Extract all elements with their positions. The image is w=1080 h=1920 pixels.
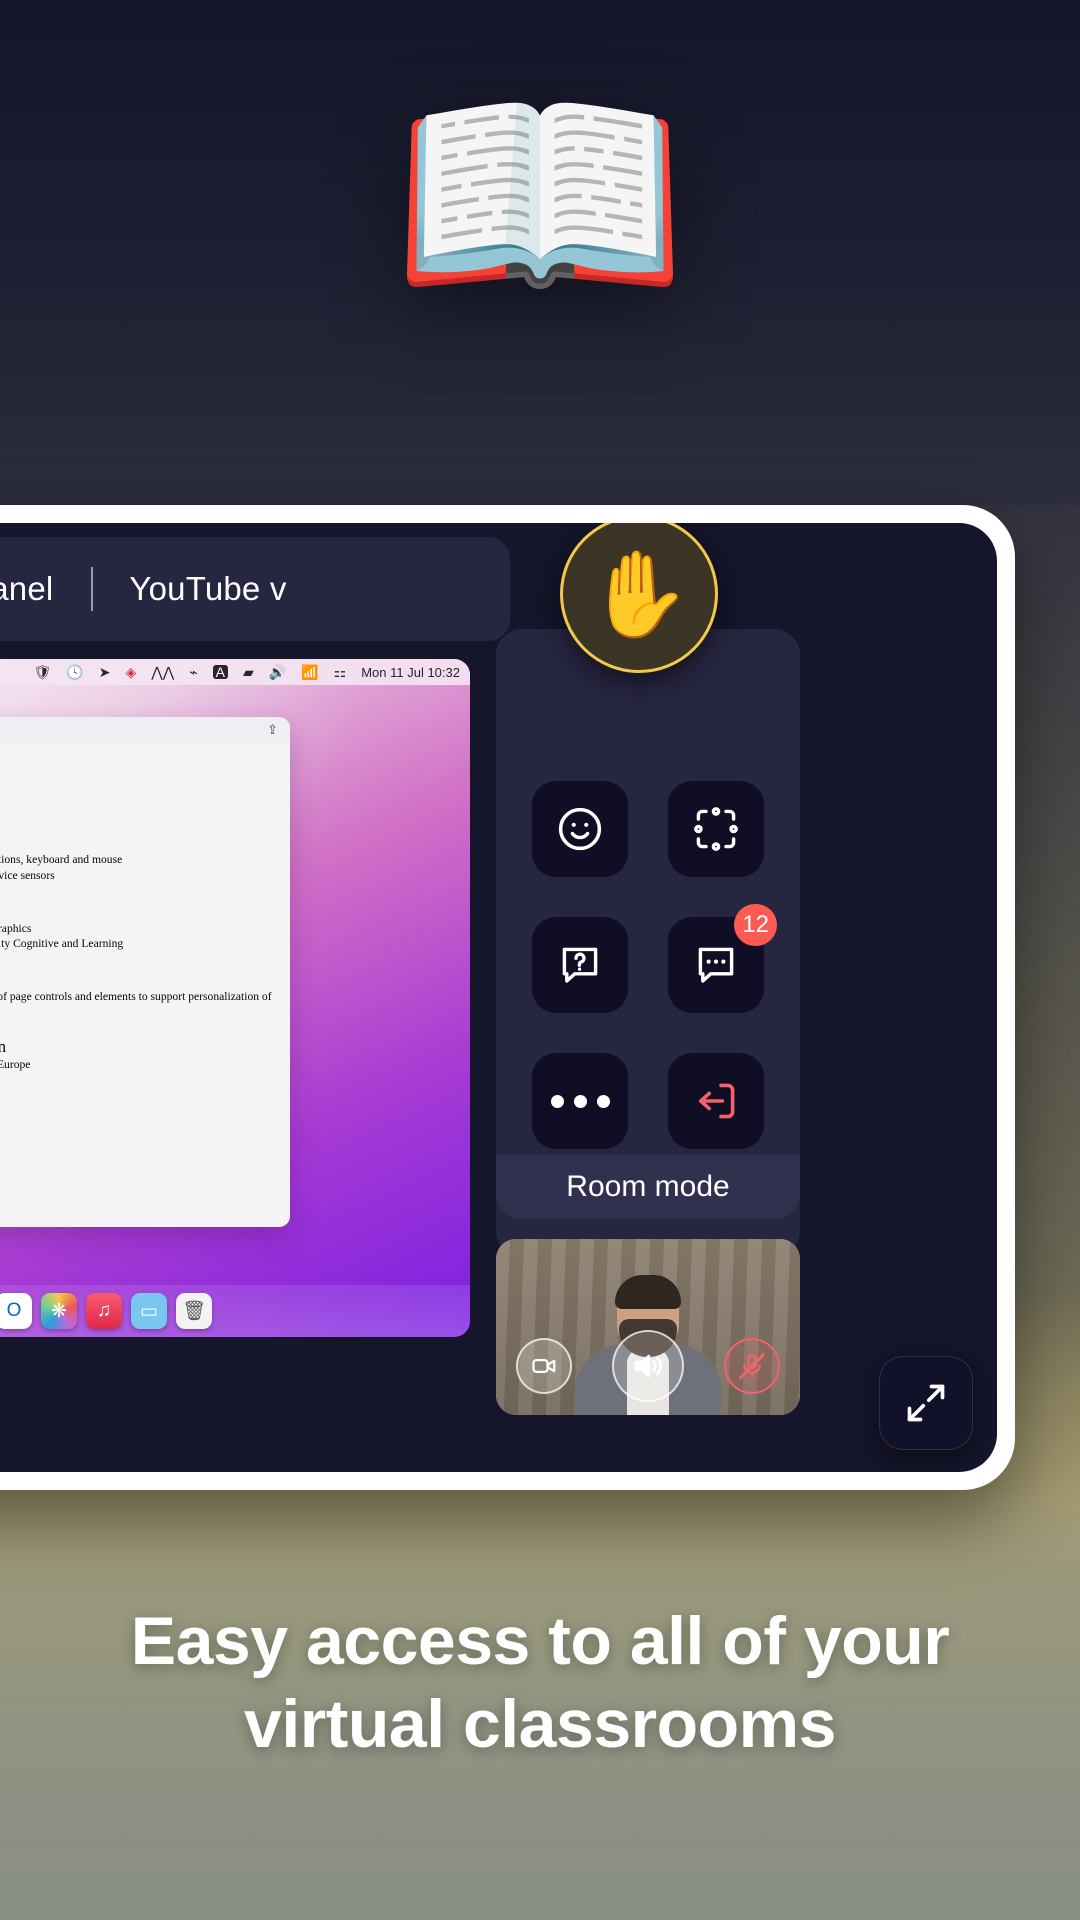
section-bullet: • Extends contrast requirements to graph… xyxy=(0,921,32,935)
document-body: l specifications ns on desktop nge of an… xyxy=(0,743,290,1227)
promo-caption-line-1: Easy access to all of your xyxy=(130,1603,950,1679)
section-heading: EN 301 549 Coordination xyxy=(0,1037,7,1057)
telegram-icon: ➤ xyxy=(98,664,111,680)
chat-button[interactable]: 12 xyxy=(668,904,777,1013)
section-bullet: • Improves text and layout adaptability … xyxy=(0,937,124,951)
tab-youtube-video-label: YouTube v xyxy=(129,570,287,607)
raised-hand-icon: ✋ xyxy=(586,547,692,641)
dock-trash-icon[interactable]: 🗑 xyxy=(176,1293,212,1329)
meetings-icon: ⋀⋀ xyxy=(151,664,175,680)
speaker-toggle-button[interactable] xyxy=(612,1330,684,1402)
menu-bar-clock: Mon 11 Jul 10:32 xyxy=(361,664,460,680)
more-options-button[interactable] xyxy=(532,1053,628,1149)
tab-panel[interactable]: Panel xyxy=(0,537,91,641)
open-book-emoji: 📖 xyxy=(390,61,690,329)
promo-caption: Easy access to all of your virtual class… xyxy=(0,1600,1080,1766)
device-frame: Panel YouTube v 🛡 🕓 ➤ ◈ ⋀⋀ ⌁ A ▰ 🔊 📶 ⚏ M xyxy=(0,505,1015,1490)
document-content: WCAG 2.1 Highlights Mobile • Improves su… xyxy=(0,743,290,1227)
document-subtitle: Highlights xyxy=(0,794,280,827)
chat-unread-badge: 12 xyxy=(734,904,777,946)
shield-icon: 🛡 xyxy=(33,664,52,680)
microphone-toggle-button[interactable] xyxy=(724,1338,780,1394)
control-center-icon: ⚏ xyxy=(333,664,347,680)
participant-video-tile[interactable] xyxy=(496,1239,800,1415)
mac-menu-bar: 🛡 🕓 ➤ ◈ ⋀⋀ ⌁ A ▰ 🔊 📶 ⚏ Mon 11 Jul 10:32 xyxy=(0,659,470,685)
tab-panel-label: Panel xyxy=(0,570,54,607)
shared-screen[interactable]: 🛡 🕓 ➤ ◈ ⋀⋀ ⌁ A ▰ 🔊 📶 ⚏ Mon 11 Jul 10:32 … xyxy=(0,659,470,1337)
document-window: ⇪ l specifications ns on desktop nge of … xyxy=(0,717,290,1227)
tab-youtube-video[interactable]: YouTube v xyxy=(91,537,324,641)
mac-dock: ✳ ◍ JUL 11 O ❋ ♫ ▭ 🗑 xyxy=(0,1285,470,1337)
dock-finder-icon[interactable]: ▭ xyxy=(131,1293,167,1329)
section-bullet: • Particularly for expanded mobile xyxy=(0,1073,280,1089)
room-mode-bar[interactable]: Room mode xyxy=(496,1155,800,1219)
device-screen: Panel YouTube v 🛡 🕓 ➤ ◈ ⋀⋀ ⌁ A ▰ 🔊 📶 ⚏ M xyxy=(0,523,997,1472)
smiley-icon xyxy=(558,807,602,851)
leave-room-button[interactable] xyxy=(668,1053,764,1149)
dock-music-icon[interactable]: ♫ xyxy=(86,1293,122,1329)
diagonal-arrows-icon xyxy=(907,1384,945,1422)
volume-icon: 🔊 xyxy=(268,664,287,680)
room-mode-label: Room mode xyxy=(566,1170,730,1203)
share-icon[interactable]: ⇪ xyxy=(267,722,278,738)
exit-arrow-icon xyxy=(699,1083,735,1119)
keyboard-input-icon: A xyxy=(212,665,228,679)
reactions-button[interactable] xyxy=(532,781,628,877)
expand-screen-button[interactable] xyxy=(879,1356,973,1450)
document-titlebar: ⇪ xyxy=(0,717,290,743)
antivirus-icon: ◈ xyxy=(125,664,137,680)
dock-outlook-icon[interactable]: O xyxy=(0,1293,32,1329)
participant-hair xyxy=(615,1275,681,1309)
ellipsis-icon xyxy=(550,1094,610,1108)
section-bullet: • Improves support for touch interaction… xyxy=(0,853,123,867)
frame-icon xyxy=(694,807,738,851)
whiteboard-button[interactable] xyxy=(668,781,764,877)
chat-bubble-icon xyxy=(698,947,734,983)
magnifier-clock-icon: 🕓 xyxy=(66,664,84,680)
bluetooth-off-icon: ⌁ xyxy=(189,664,198,680)
section-heading: Disabilities xyxy=(0,969,280,989)
question-bubble-icon xyxy=(562,947,598,983)
control-rail-grid: 12 xyxy=(532,781,777,1149)
question-button[interactable] xyxy=(532,917,628,1013)
camera-icon xyxy=(532,1359,556,1373)
battery-icon: ▰ xyxy=(243,664,254,680)
section-heading: Low Vision xyxy=(0,901,280,921)
promo-caption-line-2: virtual classrooms xyxy=(244,1685,836,1762)
camera-toggle-button[interactable] xyxy=(516,1338,572,1394)
participant-controls xyxy=(496,1330,800,1402)
speaker-icon xyxy=(634,1354,662,1378)
tab-bar: Panel YouTube v xyxy=(0,537,510,641)
wifi-icon: 📶 xyxy=(301,664,319,680)
section-bullet: • Harmonized update in progress in Europ… xyxy=(0,1058,31,1072)
dock-photos-icon[interactable]: ❋ xyxy=(41,1293,77,1329)
section-heading: Mobile xyxy=(0,835,280,852)
section-bullet: • Enables more detailed description of p… xyxy=(0,989,272,1003)
document-title: WCAG 2.1 xyxy=(0,761,280,794)
section-bullet: • Avoids unintended activation of device… xyxy=(0,868,55,882)
